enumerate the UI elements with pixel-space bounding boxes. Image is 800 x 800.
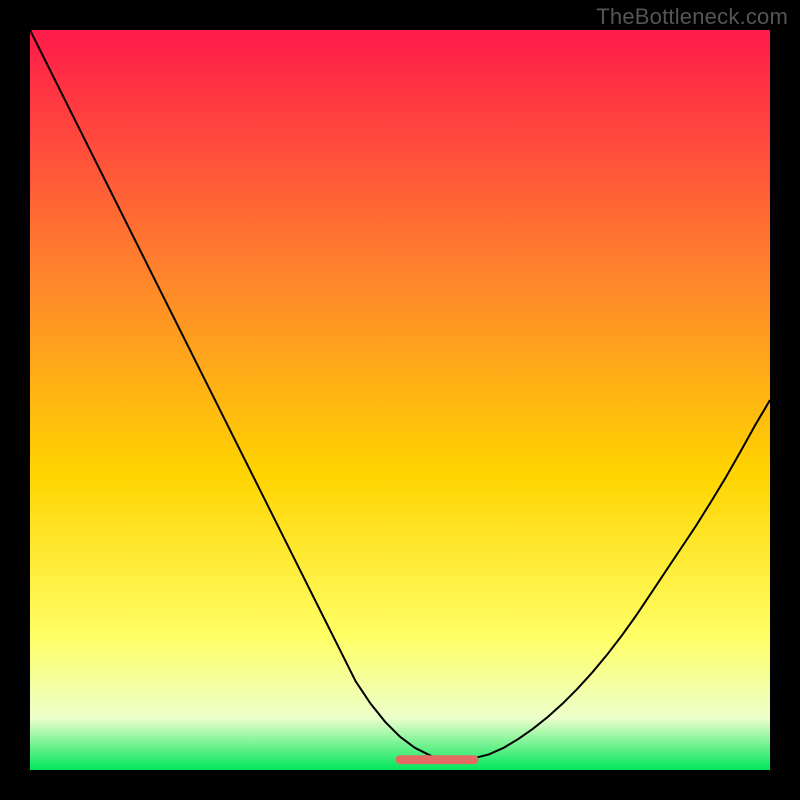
- gradient-background: [30, 30, 770, 770]
- watermark-text: TheBottleneck.com: [596, 4, 788, 30]
- chart-frame: TheBottleneck.com: [0, 0, 800, 800]
- bottleneck-chart: [30, 30, 770, 770]
- plot-area: [30, 30, 770, 770]
